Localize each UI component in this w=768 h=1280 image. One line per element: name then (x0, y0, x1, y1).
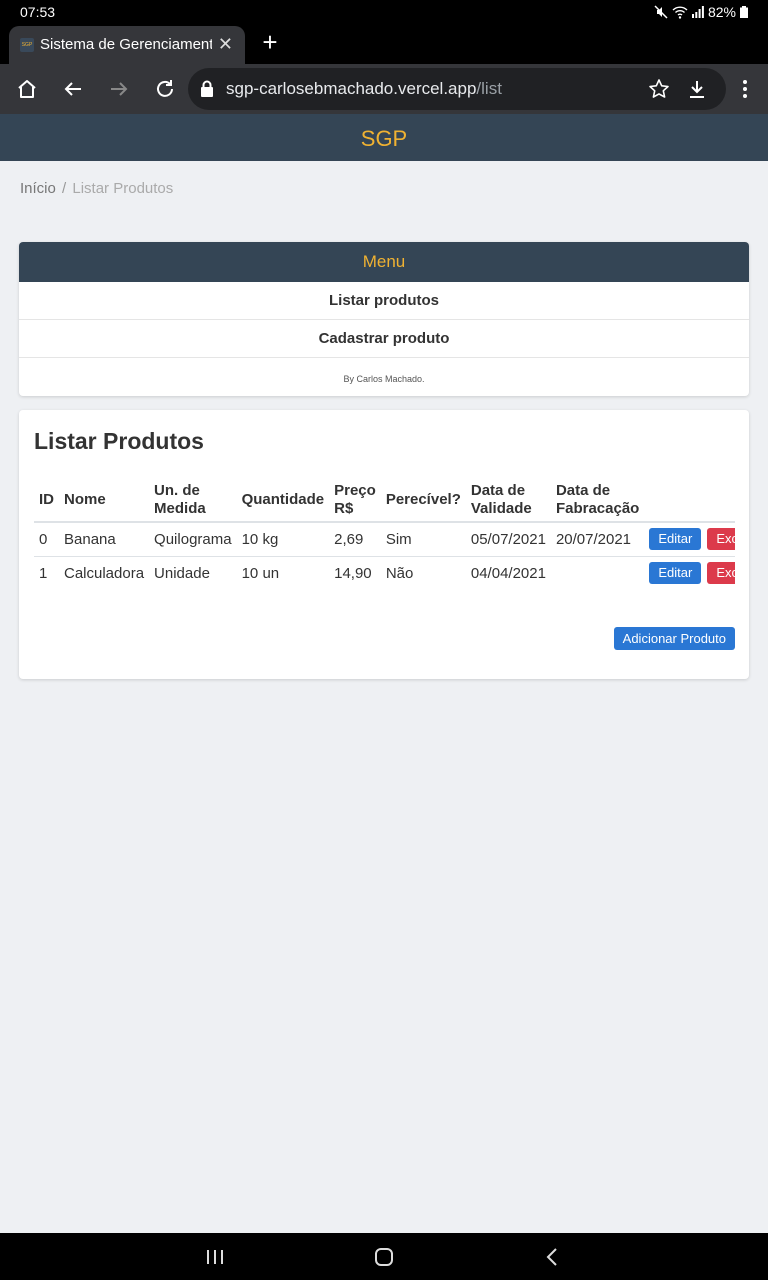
back-icon[interactable] (61, 77, 85, 101)
add-product-button[interactable]: Adicionar Produto (613, 627, 735, 650)
tab-title: Sistema de Gerenciamento (40, 36, 212, 53)
cell-preco: 14,90 (329, 556, 381, 590)
battery-percent: 82% (707, 4, 736, 20)
address-bar[interactable]: sgp-carlosebmachado.vercel.app/list (188, 68, 726, 110)
edit-button[interactable]: Editar (649, 528, 702, 551)
table-row: 0 Banana Quilograma 10 kg 2,69 Sim 05/07… (34, 522, 735, 557)
menu-item-listar-produtos[interactable]: Listar produtos (19, 282, 749, 320)
col-fabricacao: Data de Fabracação (550, 478, 645, 523)
cell-perecivel: Não (380, 556, 466, 590)
app-header: SGP (0, 114, 768, 161)
brand-title[interactable]: SGP (361, 126, 407, 151)
home-icon[interactable] (15, 77, 39, 101)
cell-id: 1 (34, 556, 59, 590)
system-nav-bar (0, 1233, 768, 1280)
cell-actions: EditarExcluir (644, 522, 735, 557)
product-table: ID Nome Un. de Medida Quantidade Preço R… (34, 478, 735, 590)
status-bar: 07:53 82% (0, 0, 768, 24)
back-nav-icon[interactable] (540, 1245, 564, 1269)
cell-perecivel: Sim (380, 522, 466, 557)
menu-title: Menu (19, 242, 749, 282)
cell-nome: Calculadora (59, 556, 150, 590)
bookmark-star-icon[interactable] (648, 78, 670, 100)
col-validade: Data de Validade (465, 478, 551, 523)
col-id: ID (34, 478, 59, 523)
tab-strip: SGP Sistema de Gerenciamento ✕ + (0, 24, 768, 64)
cell-validade: 05/07/2021 (465, 522, 551, 557)
lock-icon (201, 80, 213, 97)
cell-actions: EditarExcluir (644, 556, 735, 590)
menu-card: Menu Listar produtos Cadastrar produto B… (19, 242, 749, 396)
battery-icon (740, 6, 748, 18)
signal-icon (691, 6, 704, 18)
page-title: Listar Produtos (34, 428, 204, 454)
status-time: 07:53 (20, 4, 56, 20)
mute-icon (654, 5, 668, 19)
recent-apps-icon[interactable] (203, 1245, 227, 1269)
product-list-card: Listar Produtos ID Nome Un. de Medida Qu… (19, 410, 749, 679)
browser-toolbar: sgp-carlosebmachado.vercel.app/list (0, 64, 768, 114)
col-nome: Nome (59, 478, 150, 523)
breadcrumb-separator: / (62, 180, 67, 197)
cell-unidade: Quilograma (149, 522, 237, 557)
col-quantidade: Quantidade (236, 478, 330, 523)
cell-fabricacao (550, 556, 645, 590)
breadcrumb-home[interactable]: Início (20, 180, 56, 197)
reload-icon[interactable] (153, 77, 177, 101)
table-row: 1 Calculadora Unidade 10 un 14,90 Não 04… (34, 556, 735, 590)
status-icons: 82% (654, 4, 748, 20)
favicon-icon: SGP (20, 38, 34, 52)
cell-id: 0 (34, 522, 59, 557)
col-preco: Preço R$ (329, 478, 381, 523)
cell-preco: 2,69 (329, 522, 381, 557)
cell-validade: 04/04/2021 (465, 556, 551, 590)
new-tab-icon[interactable]: + (258, 29, 282, 55)
home-nav-icon[interactable] (372, 1245, 396, 1269)
cell-unidade: Unidade (149, 556, 237, 590)
close-tab-icon[interactable]: ✕ (218, 35, 233, 53)
delete-button[interactable]: Excluir (707, 562, 735, 584)
menu-footer: By Carlos Machado. (343, 374, 425, 384)
edit-button[interactable]: Editar (649, 562, 702, 584)
url-text[interactable]: sgp-carlosebmachado.vercel.app/list (226, 79, 502, 99)
cell-nome: Banana (59, 522, 150, 557)
col-perecivel: Perecível? (380, 478, 466, 523)
wifi-icon (672, 6, 688, 19)
col-unidade: Un. de Medida (149, 478, 237, 523)
menu-item-cadastrar-produto[interactable]: Cadastrar produto (19, 320, 749, 358)
product-table-scroll[interactable]: ID Nome Un. de Medida Quantidade Preço R… (34, 478, 735, 590)
cell-fabricacao: 20/07/2021 (550, 522, 645, 557)
cell-quantidade: 10 kg (236, 522, 330, 557)
download-icon[interactable] (686, 78, 708, 100)
browser-tab[interactable]: SGP Sistema de Gerenciamento ✕ (9, 26, 245, 64)
table-header-row: ID Nome Un. de Medida Quantidade Preço R… (34, 478, 735, 523)
breadcrumb-current: Listar Produtos (72, 180, 174, 197)
breadcrumb: Início / Listar Produtos (20, 180, 173, 197)
col-actions (644, 478, 735, 523)
cell-quantidade: 10 un (236, 556, 330, 590)
more-menu-icon[interactable] (733, 77, 757, 101)
forward-icon[interactable] (107, 77, 131, 101)
delete-button[interactable]: Excluir (707, 528, 735, 551)
